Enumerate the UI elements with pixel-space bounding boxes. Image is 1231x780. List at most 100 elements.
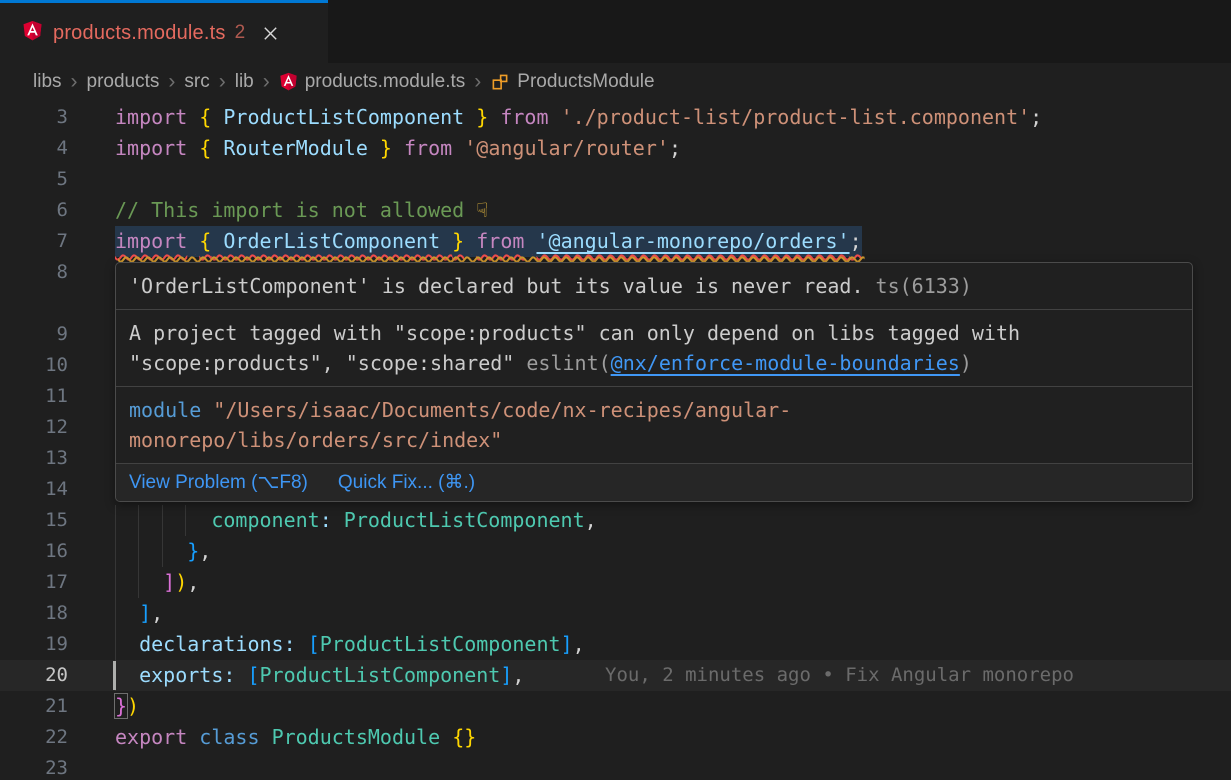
code-line[interactable]: 17 ]), (0, 567, 1231, 598)
line-number: 16 (0, 536, 68, 567)
code-token: import (115, 136, 187, 160)
hover-line: monorepo/libs/orders/src/index" (129, 425, 1179, 455)
line-number: 13 (0, 443, 68, 474)
hover-line: 'OrderListComponent' is declared but its… (129, 271, 1179, 301)
code-line[interactable]: 22 export class ProductsModule {} (0, 722, 1231, 753)
code-line[interactable]: 20 exports: [ProductListComponent],You, … (0, 660, 1231, 691)
code-token (452, 136, 464, 160)
hover-section: A project tagged with "scope:products" c… (116, 309, 1192, 386)
code-line[interactable]: 6 // This import is not allowed ☟ (0, 195, 1231, 226)
code-content[interactable]: ]), (115, 567, 1231, 598)
code-token: { (199, 229, 211, 253)
code-line[interactable]: 18 ], (0, 598, 1231, 629)
breadcrumb: libs › products › src › lib › products.m… (0, 63, 1231, 100)
code-token: , (585, 508, 597, 532)
indent-guide (162, 505, 163, 536)
hover-text: A project tagged with "scope:products" c… (129, 321, 1020, 345)
hover-text: "/Users/isaac/Documents/code/nx-recipes/… (201, 398, 791, 422)
code-content[interactable] (115, 164, 1231, 195)
code-token: '@angular/router' (464, 136, 669, 160)
code-token: ) (127, 694, 139, 718)
line-number: 5 (0, 164, 68, 195)
tab-products-module[interactable]: products.module.ts 2 (0, 0, 328, 63)
code-token: import (115, 229, 187, 253)
hover-text: ts(6133) (864, 274, 972, 298)
hover-text: module (129, 398, 201, 422)
code-content[interactable]: }) (115, 691, 1231, 722)
code-token: } (187, 539, 199, 563)
hover-text: ) (960, 351, 972, 375)
line-number: 9 (0, 319, 68, 350)
tab-title: products.module.ts (53, 22, 226, 45)
code-token: ProductsModule (272, 725, 441, 749)
hover-sections: 'OrderListComponent' is declared but its… (116, 263, 1192, 463)
breadcrumb-item-lib[interactable]: lib (235, 71, 254, 93)
line-number: 6 (0, 195, 68, 226)
view-problem-action[interactable]: View Problem (⌥F8) (129, 471, 308, 494)
code-line[interactable]: 4import { RouterModule } from '@angular/… (0, 133, 1231, 164)
code-line[interactable]: 5 (0, 164, 1231, 195)
code-token (392, 136, 404, 160)
code-content[interactable]: import { RouterModule } from '@angular/r… (115, 133, 1231, 164)
problem-hover-popup: 'OrderListComponent' is declared but its… (115, 262, 1193, 502)
code-token: import (115, 105, 187, 129)
text-cursor (113, 661, 116, 690)
code-token (524, 229, 536, 253)
code-line[interactable]: 7 import { OrderListComponent } from '@an… (0, 226, 1231, 257)
code-content[interactable]: // This import is not allowed ☟ (115, 195, 1231, 226)
code-token: , (573, 632, 585, 656)
breadcrumb-item-src[interactable]: src (184, 71, 209, 93)
code-line[interactable]: 23 (0, 753, 1231, 780)
code-content[interactable]: export class ProductsModule {} (115, 722, 1231, 753)
code-token (440, 725, 452, 749)
code-token: ; (850, 229, 862, 253)
code-line[interactable]: 19 declarations: [ProductListComponent], (0, 629, 1231, 660)
line-number: 10 (0, 350, 68, 381)
hover-text: "scope:products", "scope:shared" (129, 351, 526, 375)
code-content[interactable]: import { OrderListComponent } from '@ang… (115, 226, 1231, 257)
code-token: exports: (139, 663, 235, 687)
hover-actions-bar: View Problem (⌥F8) Quick Fix... (⌘.) (116, 463, 1192, 501)
code-token (187, 105, 199, 129)
line-number: 17 (0, 567, 68, 598)
hover-text: monorepo/libs/orders/src/index" (129, 428, 502, 452)
code-content[interactable]: exports: [ProductListComponent],You, 2 m… (115, 660, 1231, 691)
quick-fix-action[interactable]: Quick Fix... (⌘.) (338, 471, 475, 494)
code-content[interactable]: }, (115, 536, 1231, 567)
code-token: ProductListComponent (344, 508, 585, 532)
line-number: 22 (0, 722, 68, 753)
breadcrumb-item-file[interactable]: products.module.ts (305, 71, 466, 93)
code-content[interactable]: component: ProductListComponent, (115, 505, 1231, 536)
code-token (488, 105, 500, 129)
chevron-right-icon: › (219, 70, 226, 94)
angular-icon (22, 20, 43, 46)
code-content[interactable] (115, 753, 1231, 780)
eslint-rule-link[interactable]: @nx/enforce-module-boundaries (611, 351, 960, 375)
indent-guide (115, 567, 116, 598)
code-line[interactable]: 16 }, (0, 536, 1231, 567)
close-icon[interactable] (261, 24, 280, 43)
breadcrumb-item-symbol[interactable]: ProductsModule (517, 71, 654, 93)
code-token: OrderListComponent (211, 229, 452, 253)
code-line[interactable]: 3import { ProductListComponent } from '.… (0, 102, 1231, 133)
code-token: , (199, 539, 211, 563)
code-token: , (187, 570, 199, 594)
code-token: } (476, 105, 488, 129)
code-token: [ (247, 663, 259, 687)
hover-text: eslint( (526, 351, 610, 375)
code-token: from (476, 229, 524, 253)
code-content[interactable]: ], (115, 598, 1231, 629)
line-number: 7 (0, 226, 68, 257)
code-token (235, 663, 247, 687)
code-content[interactable]: import { ProductListComponent } from './… (115, 102, 1231, 133)
chevron-right-icon: › (263, 70, 270, 94)
breadcrumb-item-products[interactable]: products (87, 71, 160, 93)
chevron-right-icon: › (474, 70, 481, 94)
code-line[interactable]: 15 component: ProductListComponent, (0, 505, 1231, 536)
code-line[interactable]: 21}) (0, 691, 1231, 722)
breadcrumb-item-libs[interactable]: libs (33, 71, 62, 93)
editor[interactable]: 3import { ProductListComponent } from '.… (0, 100, 1231, 780)
indent-guide (115, 505, 116, 536)
angular-icon (279, 72, 298, 91)
code-content[interactable]: declarations: [ProductListComponent], (115, 629, 1231, 660)
